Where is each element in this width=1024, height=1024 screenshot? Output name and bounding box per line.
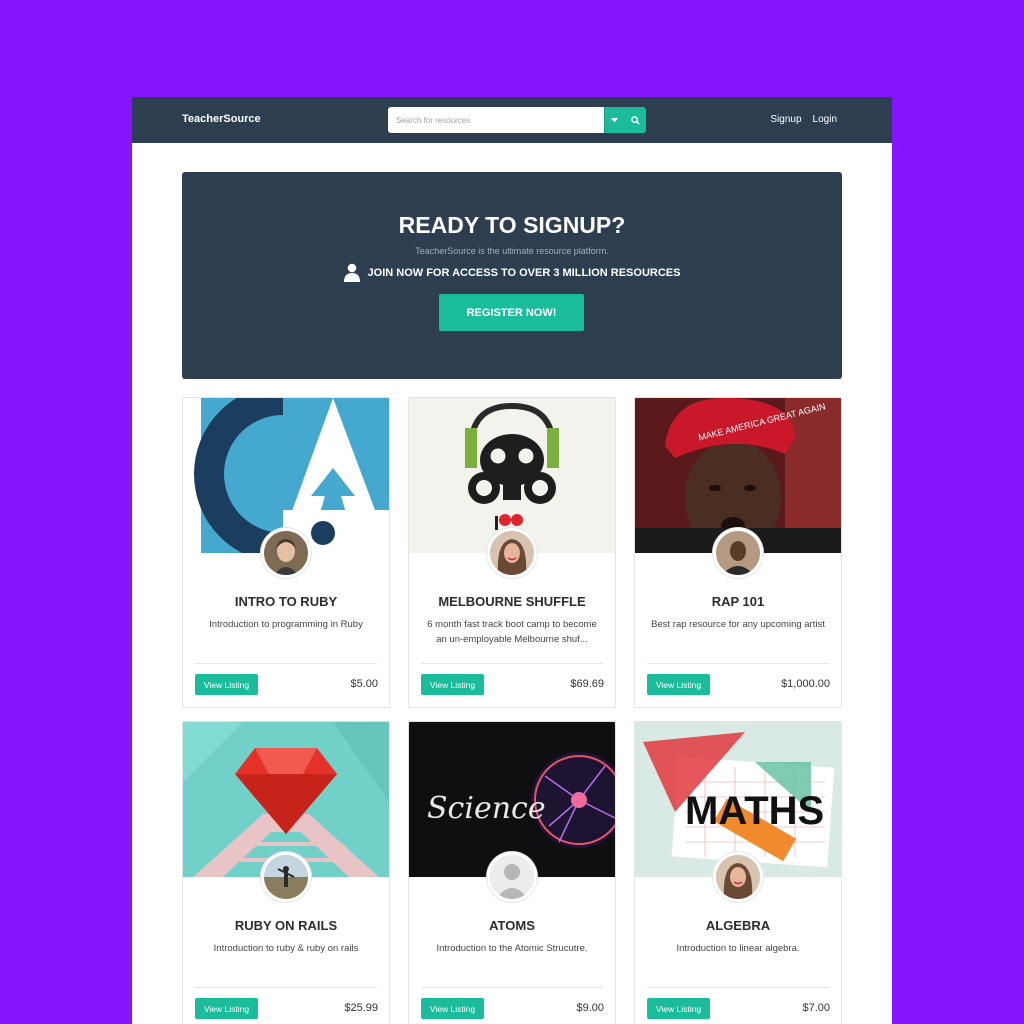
view-listing-button[interactable]: View Listing: [647, 674, 710, 695]
listing-price: $69.69: [570, 678, 604, 690]
listing-description: Introduction to ruby & ruby on rails: [213, 943, 359, 954]
login-link[interactable]: Login: [813, 114, 837, 125]
listing-card[interactable]: MAKE AMERICA GREAT AGAIN RAP 101 Best ra…: [634, 397, 842, 708]
signup-link[interactable]: Signup: [770, 114, 801, 125]
view-listing-button[interactable]: View Listing: [421, 998, 484, 1019]
listing-description: 6 month fast track boot camp to become a…: [427, 619, 597, 645]
listing-card[interactable]: INTRO TO RUBY Introduction to programmin…: [182, 397, 390, 708]
view-listing-button[interactable]: View Listing: [421, 674, 484, 695]
navbar: TeacherSource Signup Login: [132, 97, 892, 143]
listing-description: Introduction to linear algebra.: [676, 943, 800, 954]
search-button[interactable]: [624, 107, 646, 133]
divider: [421, 987, 603, 988]
divider: [195, 987, 377, 988]
user-icon: [343, 263, 360, 282]
science-label: Science: [427, 791, 546, 826]
listing-price: $7.00: [802, 1002, 830, 1014]
view-listing-button[interactable]: View Listing: [195, 674, 258, 695]
listing-price: $9.00: [576, 1002, 604, 1014]
listing-description: Introduction to the Atomic Strucutre.: [436, 943, 588, 954]
listing-description: Best rap resource for any upcoming artis…: [651, 619, 825, 630]
hero-subtitle: TeacherSource is the ultimate resource p…: [415, 246, 609, 256]
author-avatar: [713, 528, 763, 578]
search-icon: [630, 115, 640, 125]
maths-label: MATHS: [685, 789, 824, 833]
view-listing-button[interactable]: View Listing: [195, 998, 258, 1019]
divider: [647, 663, 829, 664]
author-avatar: [487, 852, 537, 902]
author-avatar: [487, 528, 537, 578]
listing-price: $5.00: [350, 678, 378, 690]
author-avatar: [261, 528, 311, 578]
browser-window: TeacherSource Signup Login READY TO SIGN…: [132, 97, 892, 1024]
listing-title: ALGEBRA: [705, 918, 771, 933]
listing-description: Introduction to programming in Ruby: [209, 619, 363, 630]
author-avatar: [261, 852, 311, 902]
signup-hero: READY TO SIGNUP? TeacherSource is the ul…: [182, 172, 842, 379]
divider: [195, 663, 377, 664]
listing-title: MELBOURNE SHUFFLE: [438, 594, 586, 609]
listing-title: RUBY ON RAILS: [234, 918, 338, 933]
author-avatar: [713, 852, 763, 902]
brand-logo[interactable]: TeacherSource: [182, 113, 261, 125]
listing-title: INTRO TO RUBY: [234, 594, 338, 609]
listing-price: $1,000.00: [781, 678, 830, 690]
hero-cta-line: JOIN NOW FOR ACCESS TO OVER 3 MILLION RE…: [182, 263, 842, 282]
listing-card[interactable]: MELBOURNE SHUFFLE 6 month fast track boo…: [408, 397, 616, 708]
caret-down-icon: [611, 117, 618, 122]
divider: [647, 987, 829, 988]
listing-card[interactable]: MATHS ALGEBRA Introduction to linear alg…: [634, 721, 842, 1024]
view-listing-button[interactable]: View Listing: [647, 998, 710, 1019]
nav-links: Signup Login: [770, 114, 837, 125]
listing-card[interactable]: Science ATOMS Introduction to the Atomic…: [408, 721, 616, 1024]
search-dropdown-button[interactable]: [604, 107, 624, 133]
listing-title: RAP 101: [711, 594, 765, 609]
hero-cta-text: JOIN NOW FOR ACCESS TO OVER 3 MILLION RE…: [367, 266, 681, 279]
listing-price: $25.99: [344, 1002, 378, 1014]
listing-title: ATOMS: [489, 918, 535, 933]
divider: [421, 663, 603, 664]
search-bar: [388, 107, 646, 133]
search-input[interactable]: [388, 107, 604, 133]
register-button[interactable]: REGISTER NOW!: [439, 294, 584, 331]
hero-title: READY TO SIGNUP?: [398, 212, 626, 238]
listing-card[interactable]: RUBY ON RAILS Introduction to ruby & rub…: [182, 721, 390, 1024]
